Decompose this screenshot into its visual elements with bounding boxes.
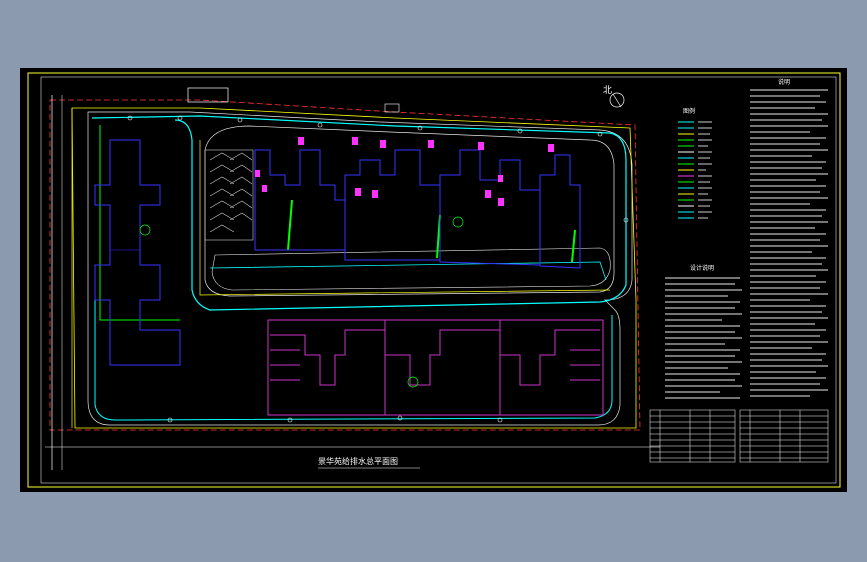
notes-title-2: 设计说明: [690, 264, 714, 272]
legend-title: 图例: [683, 107, 695, 115]
north-label: 北: [603, 85, 612, 96]
drawing-title: 景华苑给排水总平面图: [318, 456, 398, 466]
cad-drawing-viewport[interactable]: 北 图例 说明 设计说明 景华苑给排水总平面图: [0, 0, 867, 562]
notes-title-1: 说明: [778, 78, 790, 86]
